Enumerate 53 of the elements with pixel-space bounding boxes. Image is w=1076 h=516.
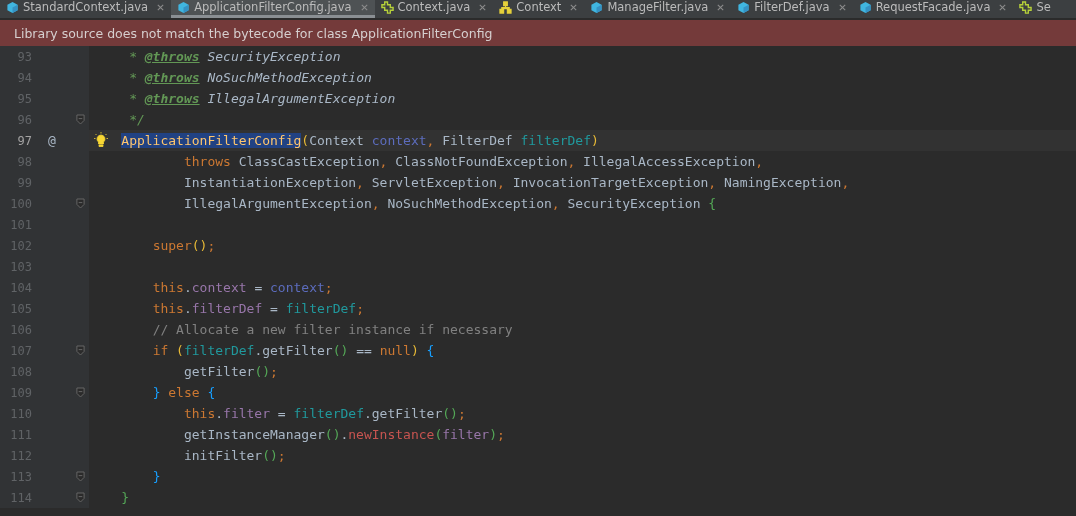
close-icon[interactable] — [569, 3, 579, 12]
editor-tab[interactable]: Context.java — [374, 0, 494, 18]
fold-icon[interactable] — [76, 492, 85, 503]
editor-tab[interactable]: ManageFilter.java — [584, 0, 732, 18]
editor-tab[interactable]: ApplicationFilterConfig.java — [171, 0, 375, 18]
fold-icon[interactable] — [76, 387, 85, 398]
code-line: InstantiationException, ServletException, InvocationTargetException, NamingException, — [182, 175, 850, 190]
cube-icon — [737, 1, 751, 14]
editor-tab[interactable]: RequestFacade.java — [852, 0, 1014, 18]
code-line: ApplicationFilterConfig(Context context, FilterDef filterDef) — [120, 133, 599, 148]
gutter-marker[interactable]: @ — [48, 133, 56, 148]
code-line: this.filterDef = filterDef; — [151, 301, 364, 316]
fold-icon[interactable] — [76, 198, 85, 209]
code-line: if (filterDef.getFilter() == null) { — [151, 343, 435, 358]
editor-tab[interactable]: FilterDef.java — [731, 0, 853, 18]
close-icon[interactable] — [998, 3, 1008, 12]
cube-icon — [6, 1, 19, 14]
close-icon[interactable] — [478, 3, 488, 12]
code-line: this.filter = filterDef.getFilter(); — [182, 406, 466, 421]
cube-icon — [177, 1, 191, 14]
code-line: * @throws SecurityException — [128, 49, 341, 64]
fold-icon[interactable] — [76, 114, 85, 125]
code-line: * @throws IllegalArgumentException — [128, 91, 396, 106]
cube-icon — [590, 1, 604, 14]
code-line: } — [151, 469, 161, 484]
code-line: IllegalArgumentException, NoSuchMethodException, SecurityException { — [182, 196, 717, 211]
banner-message: Library source does not match the bytecode for class ApplicationFilterConfig — [14, 25, 493, 41]
lightbulb-icon[interactable] — [94, 131, 108, 148]
code-line: } — [120, 490, 130, 505]
hierarchy-icon — [499, 1, 513, 14]
close-icon[interactable] — [716, 3, 726, 12]
code-line: throws ClassCastException, ClassNotFoundException, IllegalAccessException, — [182, 154, 764, 169]
code-line: * @throws NoSuchMethodException — [128, 70, 372, 85]
code-line: super(); — [151, 238, 216, 253]
cube-icon — [858, 1, 872, 14]
editor-tab[interactable]: StandardContext.java — [0, 0, 172, 18]
editor-tab[interactable]: Context — [493, 0, 585, 18]
code-line: */ — [128, 112, 145, 127]
close-icon[interactable] — [156, 3, 166, 12]
interface-icon — [380, 1, 394, 14]
interface-icon — [1019, 1, 1033, 14]
close-icon[interactable] — [837, 3, 847, 12]
code-line: // Allocate a new filter instance if necessary — [151, 322, 513, 337]
code-line: } else { — [151, 385, 216, 400]
code-line: getInstanceManager().newInstance(filter); — [182, 427, 505, 442]
editor-tab[interactable]: Se — [1013, 0, 1057, 18]
close-icon[interactable] — [359, 3, 369, 12]
line-number: 97 — [16, 133, 32, 148]
code-line: initFilter(); — [182, 448, 286, 463]
fold-icon[interactable] — [76, 471, 85, 482]
code-line: this.context = context; — [151, 280, 333, 295]
code-line: getFilter(); — [182, 364, 278, 379]
fold-icon[interactable] — [76, 345, 85, 356]
